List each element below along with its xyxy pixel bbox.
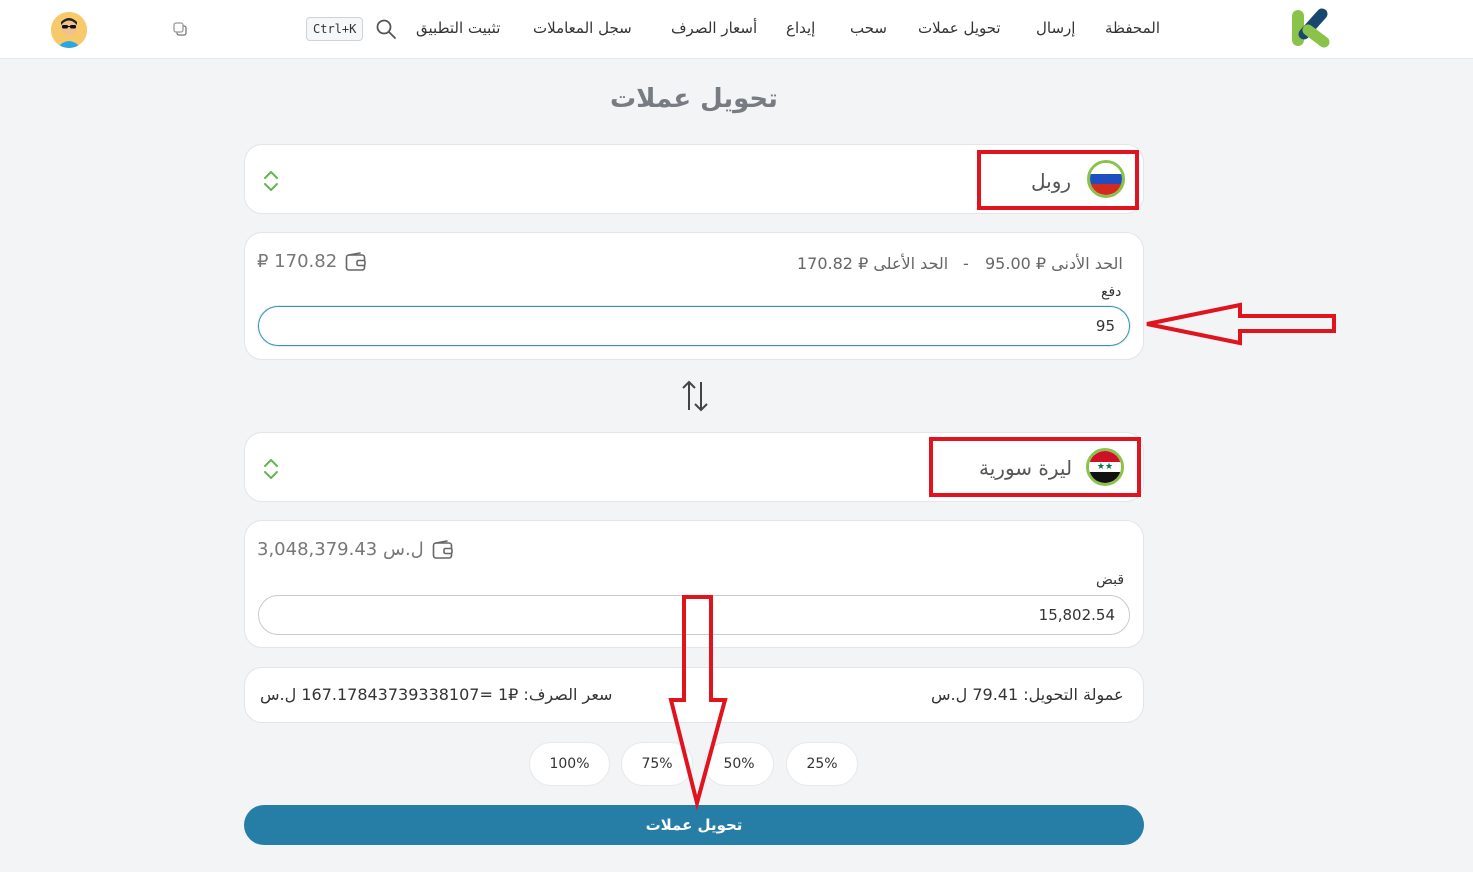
nav-exchange-rates[interactable]: أسعار الصرف xyxy=(671,19,757,37)
search-shortcut-badge: Ctrl+K xyxy=(306,17,364,41)
chevron-up-down-icon xyxy=(264,171,278,191)
annotation-arrow-left xyxy=(1146,302,1336,346)
from-balance: ₽ 170.82 xyxy=(257,251,338,272)
percent-100-button[interactable]: 100% xyxy=(529,742,610,786)
receive-amount-input[interactable] xyxy=(258,595,1130,635)
pay-label: دفع xyxy=(1101,284,1122,300)
submit-exchange-button[interactable]: تحويل عملات xyxy=(244,805,1144,845)
exchange-summary: عمولة التحويل: 79.41 ل.س سعر الصرف: ₽1 =… xyxy=(244,667,1144,723)
user-avatar-icon xyxy=(51,12,87,48)
nav-deposit[interactable]: إيداع xyxy=(786,19,815,37)
nav-install-app[interactable]: تثبيت التطبيق xyxy=(416,19,500,37)
exchange-rate-text: سعر الصرف: ₽1 =167.17843739338107 ل.س xyxy=(260,685,613,704)
percent-25-button[interactable]: 25% xyxy=(786,742,858,786)
nav-wallet[interactable]: المحفظة xyxy=(1105,19,1160,37)
conversion-fee-text: عمولة التحويل: 79.41 ل.س xyxy=(931,685,1124,704)
max-limit-text: الحد الأعلى ₽ 170.82 xyxy=(797,254,949,273)
nav-transaction-history[interactable]: سجل المعاملات xyxy=(533,19,632,37)
min-limit-text: الحد الأدنى ₽ 95.00 xyxy=(985,254,1123,273)
percent-50-button[interactable]: 50% xyxy=(704,742,774,786)
pay-amount-input[interactable] xyxy=(258,306,1130,346)
search-icon[interactable] xyxy=(375,18,397,40)
annotation-highlight-box xyxy=(977,150,1139,210)
receive-label: قبض xyxy=(1096,572,1125,588)
receive-amount-card: 3,048,379.43 ل.س قبض xyxy=(244,520,1144,648)
wallet-icon xyxy=(432,540,453,559)
top-navbar: المحفظة إرسال تحويل عملات سحب إيداع أسعا… xyxy=(0,0,1473,59)
pay-amount-card: الحد الأدنى ₽ 95.00 - الحد الأعلى ₽ 170.… xyxy=(244,232,1144,360)
swap-arrows-icon[interactable] xyxy=(680,379,710,413)
wallet-icon xyxy=(345,252,366,271)
copy-icon[interactable] xyxy=(172,21,188,37)
page-title: تحويل عملات xyxy=(610,84,778,114)
app-logo[interactable] xyxy=(1290,8,1334,48)
chevron-up-down-icon xyxy=(264,459,278,479)
percent-75-button[interactable]: 75% xyxy=(621,742,693,786)
user-avatar[interactable] xyxy=(51,12,87,48)
nav-exchange[interactable]: تحويل عملات xyxy=(918,19,1001,37)
nav-send[interactable]: إرسال xyxy=(1036,19,1075,37)
annotation-highlight-box xyxy=(929,437,1141,497)
nav-withdraw[interactable]: سحب xyxy=(850,19,887,37)
limit-separator: - xyxy=(963,254,969,273)
to-balance: 3,048,379.43 ل.س xyxy=(257,539,424,560)
